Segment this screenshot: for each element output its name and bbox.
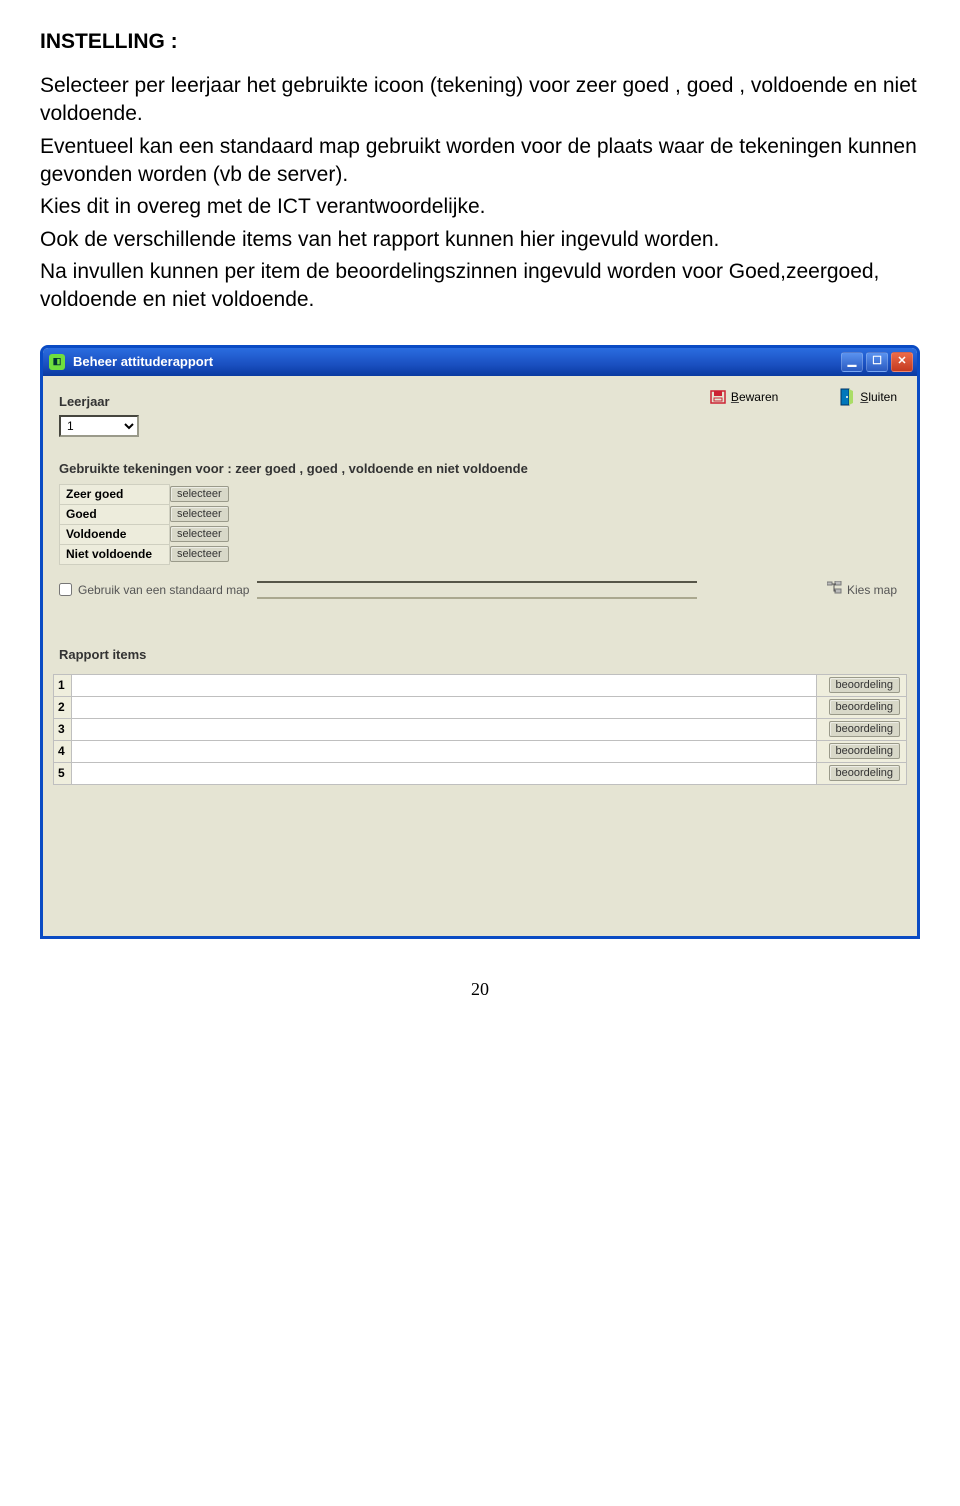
sluiten-label-rest: luiten xyxy=(868,390,897,404)
selecteer-button[interactable]: selecteer xyxy=(170,486,229,502)
tekening-row-label: Voldoende xyxy=(60,524,170,544)
maximize-icon: ☐ xyxy=(872,356,882,367)
leerjaar-label: Leerjaar xyxy=(59,394,709,409)
table-row: 2 beoordeling xyxy=(54,696,907,718)
window-title: Beheer attituderapport xyxy=(73,354,213,369)
folder-tree-icon xyxy=(827,581,843,598)
beoordeling-button[interactable]: beoordeling xyxy=(829,765,901,781)
table-row: 1 beoordeling xyxy=(54,674,907,696)
item-value-cell[interactable] xyxy=(72,696,817,718)
item-value-cell[interactable] xyxy=(72,762,817,784)
app-icon: ◧ xyxy=(49,354,65,370)
doc-para: Na invullen kunnen per item de beoordeli… xyxy=(40,258,920,315)
beoordeling-button[interactable]: beoordeling xyxy=(829,721,901,737)
doc-para: Eventueel kan een standaard map gebruikt… xyxy=(40,133,920,190)
beoordeling-button[interactable]: beoordeling xyxy=(829,677,901,693)
table-row: Zeer goed selecteer xyxy=(60,484,236,504)
stdmap-checkbox[interactable] xyxy=(59,583,72,596)
stdmap-label-text: Gebruik van een standaard map xyxy=(78,583,249,597)
table-row: Niet voldoende selecteer xyxy=(60,544,236,564)
table-row: Voldoende selecteer xyxy=(60,524,236,544)
page-number: 20 xyxy=(40,979,920,1000)
item-value-cell[interactable] xyxy=(72,740,817,762)
tekeningen-section-label: Gebruikte tekeningen voor : zeer goed , … xyxy=(59,461,907,476)
selecteer-button[interactable]: selecteer xyxy=(170,526,229,542)
beoordeling-button[interactable]: beoordeling xyxy=(829,743,901,759)
kies-map-label: Kies map xyxy=(847,583,897,597)
item-number: 4 xyxy=(54,740,72,762)
tekening-row-label: Goed xyxy=(60,504,170,524)
window-frame: ◧ Beheer attituderapport ▁ ☐ ✕ Leerjaar xyxy=(40,345,920,939)
bewaren-mnemonic: B xyxy=(731,390,739,404)
kies-map-button[interactable]: Kies map xyxy=(827,581,897,598)
tekening-row-label: Zeer goed xyxy=(60,484,170,504)
stdmap-checkbox-label[interactable]: Gebruik van een standaard map xyxy=(59,583,249,597)
selecteer-button[interactable]: selecteer xyxy=(170,546,229,562)
table-row: 4 beoordeling xyxy=(54,740,907,762)
item-number: 2 xyxy=(54,696,72,718)
save-icon xyxy=(709,388,727,406)
doc-para: Ook de verschillende items van het rappo… xyxy=(40,226,920,254)
tekening-row-label: Niet voldoende xyxy=(60,544,170,564)
window-titlebar[interactable]: ◧ Beheer attituderapport ▁ ☐ ✕ xyxy=(43,348,917,376)
bewaren-button[interactable]: Bewaren xyxy=(709,388,778,406)
item-number: 1 xyxy=(54,674,72,696)
item-number: 5 xyxy=(54,762,72,784)
table-row: 5 beoordeling xyxy=(54,762,907,784)
doc-heading: INSTELLING : xyxy=(40,30,920,54)
table-row: 3 beoordeling xyxy=(54,718,907,740)
table-row: Goed selecteer xyxy=(60,504,236,524)
sluiten-button[interactable]: Sluiten xyxy=(838,388,897,406)
tekeningen-table: Zeer goed selecteer Goed selecteer Voldo… xyxy=(59,484,236,565)
rapport-items-table: 1 beoordeling 2 beoordeling 3 beoordelin… xyxy=(53,674,907,785)
item-number: 3 xyxy=(54,718,72,740)
doc-para: Kies dit in overeg met de ICT verantwoor… xyxy=(40,193,920,221)
window-close-button[interactable]: ✕ xyxy=(891,352,913,372)
leerjaar-select[interactable]: 1 xyxy=(59,415,139,437)
exit-door-icon xyxy=(838,388,856,406)
item-value-cell[interactable] xyxy=(72,674,817,696)
stdmap-path-input[interactable] xyxy=(257,581,697,599)
bewaren-label-rest: ewaren xyxy=(739,390,778,404)
window-minimize-button[interactable]: ▁ xyxy=(841,352,863,372)
selecteer-button[interactable]: selecteer xyxy=(170,506,229,522)
minimize-icon: ▁ xyxy=(848,356,856,367)
item-value-cell[interactable] xyxy=(72,718,817,740)
rapport-items-label: Rapport items xyxy=(59,647,907,662)
close-icon: ✕ xyxy=(897,356,906,367)
window-maximize-button[interactable]: ☐ xyxy=(866,352,888,372)
doc-para: Selecteer per leerjaar het gebruikte ico… xyxy=(40,72,920,129)
beoordeling-button[interactable]: beoordeling xyxy=(829,699,901,715)
